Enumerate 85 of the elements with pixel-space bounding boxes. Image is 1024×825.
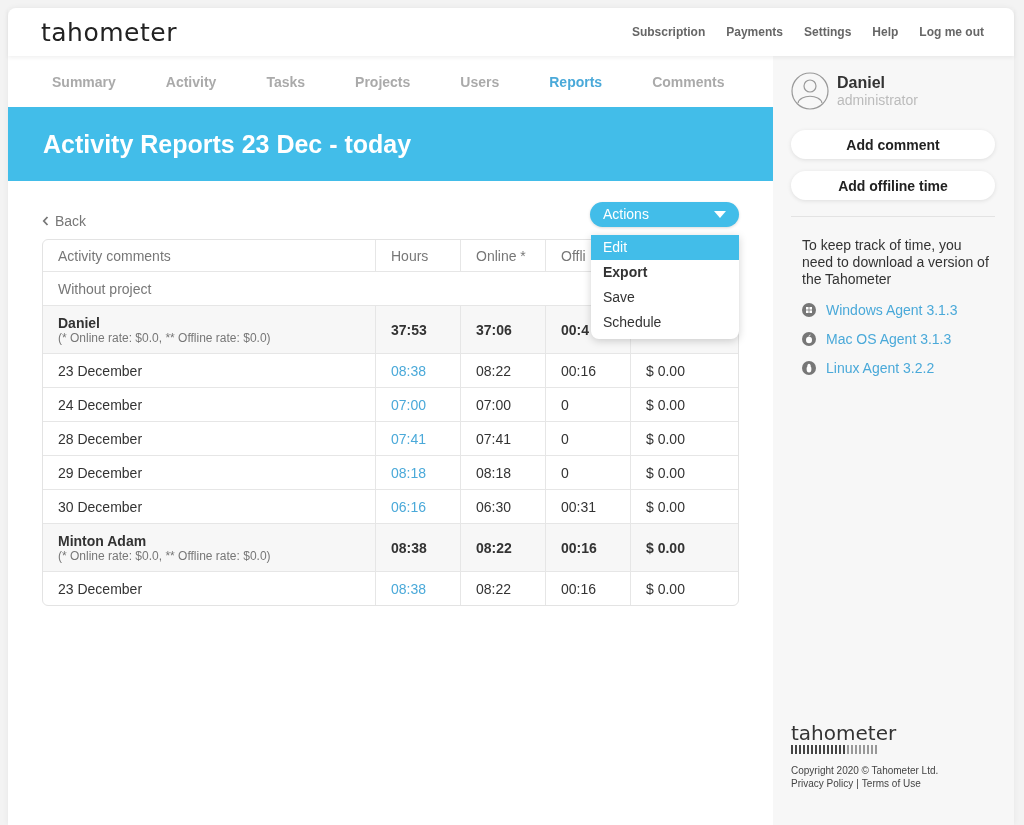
table-cell: $ 0.00	[646, 539, 685, 556]
tab[interactable]: Activity	[165, 73, 217, 90]
hours-link[interactable]: 08:38	[391, 362, 427, 379]
table-cell: $ 0.00	[646, 464, 685, 481]
link-separator: |	[856, 778, 859, 789]
table-cell: 23 December	[58, 580, 143, 597]
table-cell: 00:4	[561, 321, 590, 338]
tab[interactable]: Users	[460, 73, 500, 90]
menu-item[interactable]: Edit	[591, 234, 739, 260]
table-cell: $ 0.00	[646, 362, 685, 379]
nav-link[interactable]: Payments	[726, 25, 783, 39]
table-cell: 00:31	[561, 498, 597, 515]
table-cell: 37:06	[476, 321, 512, 338]
table-cell: 08:22	[476, 539, 512, 556]
sidebar-button[interactable]: Add offiline time	[791, 171, 995, 200]
table-cell: 00:16	[561, 539, 597, 556]
back-link[interactable]: Back	[42, 213, 87, 229]
tab[interactable]: Comments	[652, 73, 725, 90]
download-text: To keep track of time, you need to download a version of the Tahometer	[802, 237, 990, 288]
footer-logo: tahometer	[791, 723, 897, 743]
download-link[interactable]: Mac OS Agent 3.1.3	[826, 331, 952, 347]
column-header: Activity comments	[58, 247, 171, 264]
table-cell: 00:16	[561, 580, 597, 597]
table-cell: $ 0.00	[646, 396, 685, 413]
footer-link[interactable]: Privacy Policy	[791, 778, 854, 789]
table-cell: 23 December	[58, 362, 143, 379]
rate-note: (* Online rate: $0.0, ** Offline rate: $0.0)	[58, 330, 271, 345]
table-cell: $ 0.00	[646, 498, 685, 515]
column-header: Offli	[561, 247, 586, 264]
section-label: Without project	[58, 280, 152, 297]
hours-link[interactable]: 07:00	[391, 396, 427, 413]
hours-link[interactable]: 06:16	[391, 498, 427, 515]
table-cell: 0	[561, 396, 569, 413]
table-cell: 06:30	[476, 498, 512, 515]
table-cell: 08:22	[476, 362, 512, 379]
table-cell: 37:53	[391, 321, 427, 338]
table-cell: 00:16	[561, 362, 597, 379]
user-role: administrator	[837, 92, 918, 108]
table-cell: 30 December	[58, 498, 143, 515]
windows-icon	[802, 303, 816, 317]
caret-icon	[714, 210, 726, 218]
tab[interactable]: Projects	[355, 73, 411, 90]
hours-link[interactable]: 08:18	[391, 464, 427, 481]
user-name: Daniel	[837, 74, 886, 92]
nav-link[interactable]: Help	[872, 25, 899, 39]
tab[interactable]: Summary	[52, 73, 116, 90]
table-cell: 0	[561, 464, 569, 481]
rate-note: (* Online rate: $0.0, ** Offline rate: $0.0)	[58, 548, 271, 563]
column-header: Hours	[391, 247, 429, 264]
actions-dropdown[interactable]: Actions	[590, 201, 739, 227]
download-link[interactable]: Windows Agent 3.1.3	[826, 302, 958, 318]
table-cell: 07:00	[476, 396, 512, 413]
table-cell: 24 December	[58, 396, 143, 413]
menu-item[interactable]: Export	[591, 259, 739, 285]
avatar-icon	[791, 72, 829, 110]
column-header: Online *	[476, 247, 526, 264]
table-cell: 28 December	[58, 430, 143, 447]
nav-link[interactable]: Log me out	[919, 25, 984, 39]
table-cell-text: Minton Adam	[58, 532, 148, 549]
table-cell: 08:22	[476, 580, 512, 597]
logo: tahometer	[41, 17, 177, 47]
page-title: Activity Reports 23 Dec - today	[43, 129, 412, 159]
table-cell: $ 0.00	[646, 430, 685, 447]
penguin-icon	[802, 361, 816, 375]
menu-item[interactable]: Save	[591, 284, 739, 310]
table-cell: 07:41	[476, 430, 512, 447]
tab[interactable]: Tasks	[266, 73, 306, 90]
hours-link[interactable]: 08:38	[391, 580, 427, 597]
table-cell: 29 December	[58, 464, 143, 481]
apple-icon	[802, 332, 816, 346]
nav-link[interactable]: Subscription	[631, 25, 706, 39]
footer-link[interactable]: Terms of Use	[861, 778, 921, 789]
table-cell: 08:38	[391, 539, 427, 556]
menu-item[interactable]: Schedule	[591, 309, 739, 335]
tab[interactable]: Reports	[549, 73, 603, 90]
chevron-left-icon	[42, 216, 49, 226]
sidebar-button[interactable]: Add comment	[791, 130, 995, 159]
download-link[interactable]: Linux Agent 3.2.2	[826, 360, 935, 376]
table-cell-text: Daniel	[58, 314, 101, 331]
copyright-text: Copyright 2020 © Tahometer Ltd.	[791, 765, 939, 776]
nav-link[interactable]: Settings	[803, 25, 852, 39]
table-cell: 0	[561, 430, 569, 447]
table-cell: 08:18	[476, 464, 512, 481]
hours-link[interactable]: 07:41	[391, 430, 427, 447]
table-cell: $ 0.00	[646, 580, 685, 597]
